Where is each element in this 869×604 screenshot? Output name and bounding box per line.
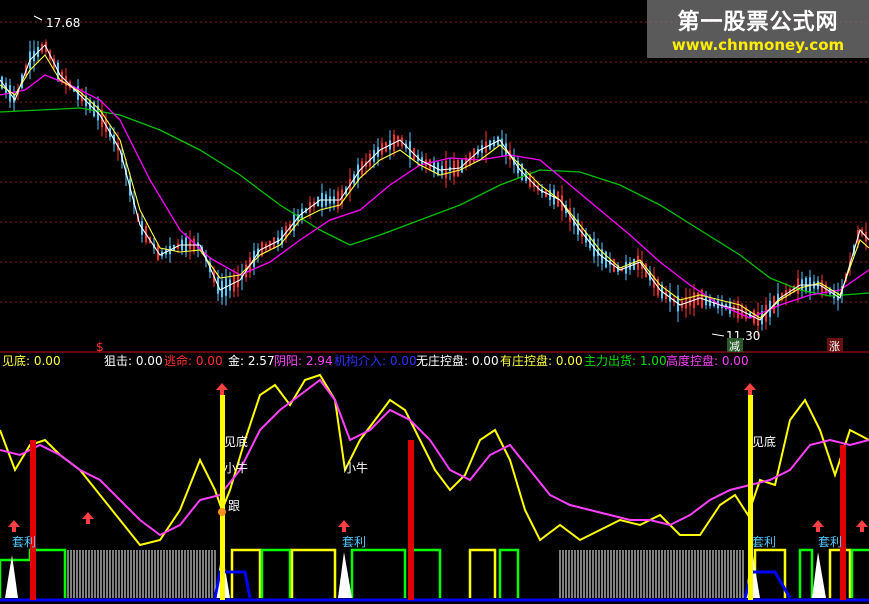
osc-magenta [0, 378, 869, 537]
orange-marker [218, 508, 226, 516]
indicator-taoming: 逃命: 0.00 [164, 354, 223, 368]
stock-chart: 17.68 11.30 $ 减 涨 见底 见底 小牛 小牛 跟 套利 套利 套利… [0, 15, 869, 602]
watermark-title: 第一股票公式网 [677, 10, 839, 35]
up-arrow-icon [216, 383, 228, 390]
taoli-label-4: 套利 [818, 535, 842, 549]
high-price-label: 17.68 [46, 16, 80, 30]
xiaoniu-label-2: 小牛 [344, 460, 368, 475]
site-watermark: 第一股票公式网 www.chnmoney.com [647, 0, 869, 58]
indicator-jiandi: 见底: 0.00 [2, 354, 61, 368]
up-arrow-icon [856, 520, 868, 527]
indicator-yinyang: 阴阳: 2.94 [274, 354, 333, 368]
indicator-gaodu: 高度控盘: 0.00 [666, 354, 749, 368]
indicator-zhuli: 主力出货: 1.00 [584, 354, 667, 368]
genjin-label: 跟 [228, 499, 240, 513]
signal-band [0, 548, 869, 598]
jiandi-label-1: 见底 [224, 434, 248, 449]
up-arrow-icon [812, 520, 824, 527]
up-arrow-icon [744, 383, 756, 390]
up-arrow-icon [338, 520, 350, 527]
up-arrows [8, 383, 868, 532]
watermark-url: www.chnmoney.com [671, 36, 845, 54]
blue-band [0, 570, 869, 602]
jian-marker: 减 [729, 340, 740, 353]
indicator-values-bar: 见底: 0.00 狙击: 0.00 逃命: 0.00 金: 2.57 阴阳: 2… [0, 353, 869, 369]
taoli-label-2: 套利 [342, 535, 366, 549]
taoli-label-1: 套利 [12, 535, 36, 549]
yellow-signals [220, 395, 753, 600]
indicator-wuzhuang: 无庄控盘: 0.00 [416, 354, 499, 368]
up-arrow-icon [8, 520, 20, 527]
osc-yellow [0, 373, 869, 547]
xiaoniu-label-1: 小牛 [224, 460, 248, 475]
indicator-youzhuang: 有庄控盘: 0.00 [500, 354, 583, 368]
jiandi-label-2: 见底 [752, 434, 776, 449]
zhang-marker: 涨 [829, 340, 840, 353]
taoli-label-3: 套利 [752, 535, 776, 549]
indicator-jigou: 机构介入: 0.00 [334, 354, 417, 368]
indicator-juji: 狙击: 0.00 [104, 354, 163, 368]
dollar-marker: $ [96, 340, 104, 354]
indicator-jin: 金: 2.57 [228, 354, 275, 368]
up-arrow-icon [82, 512, 94, 519]
candlesticks [1, 39, 867, 336]
